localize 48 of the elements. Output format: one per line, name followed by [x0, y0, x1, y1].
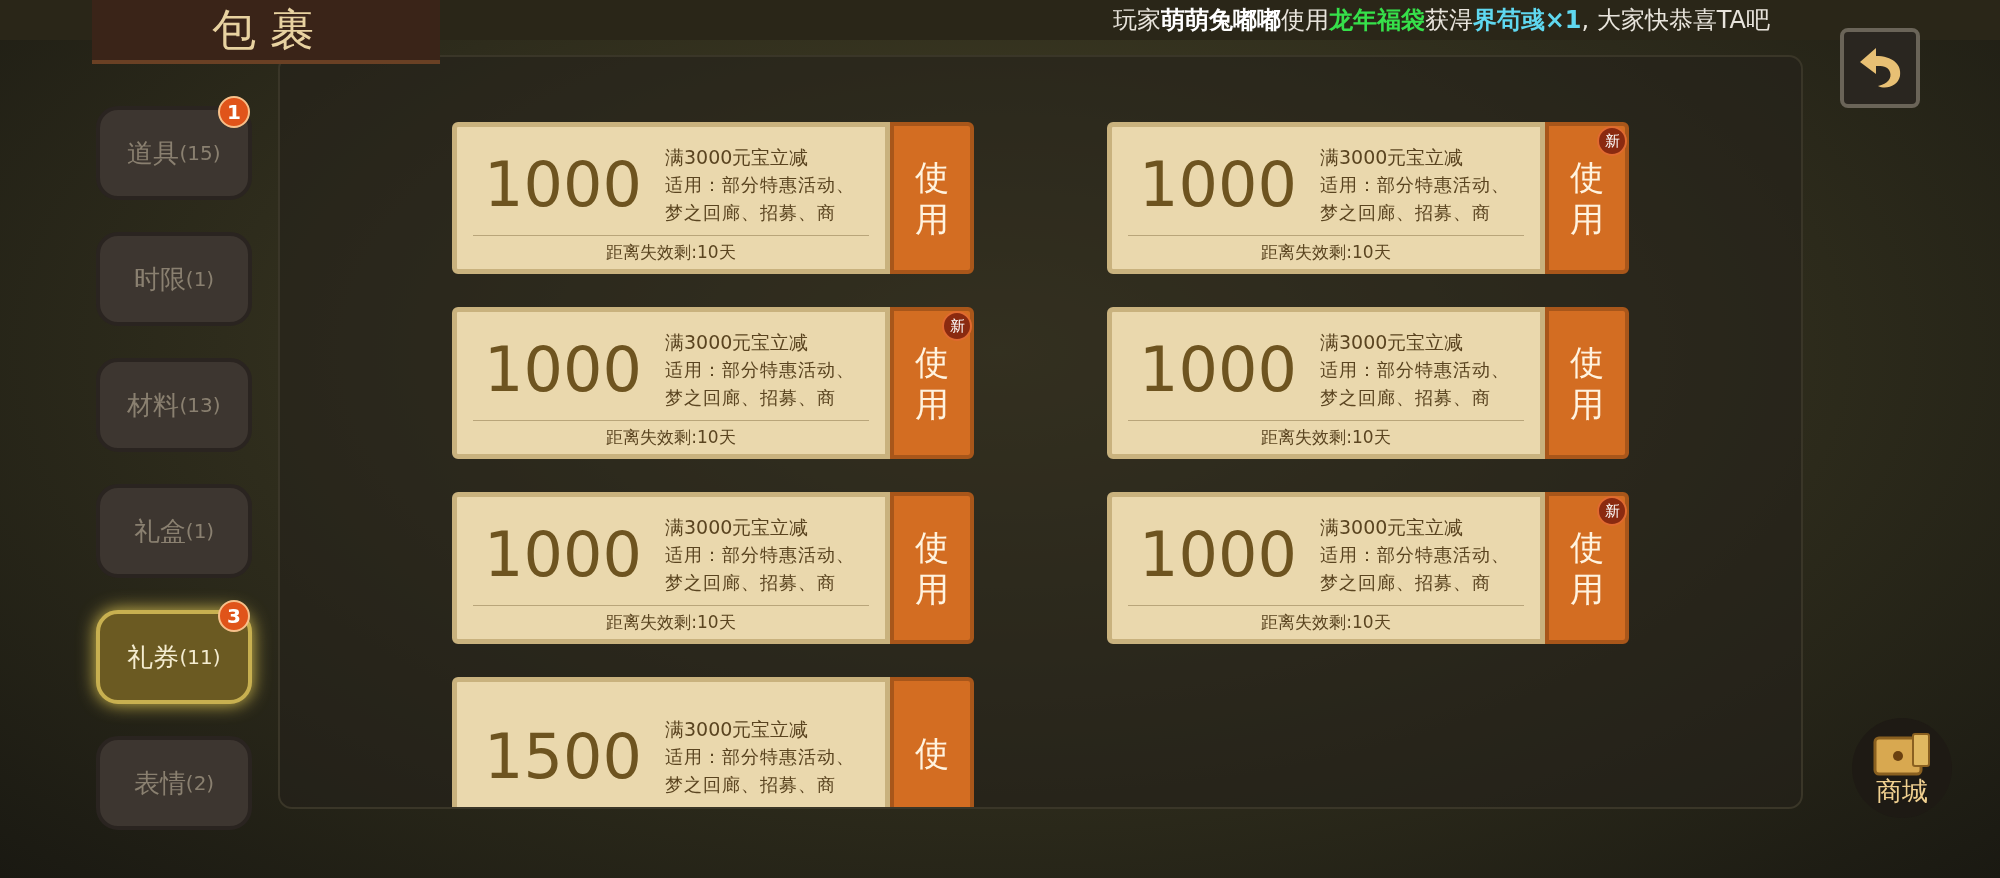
category-tab[interactable]: 材料(13) — [96, 358, 252, 452]
coupon-amount: 1000 — [1138, 153, 1298, 216]
expiry-text: 距离失效剩:10天 — [606, 425, 736, 449]
use-button[interactable]: 使 用 — [890, 492, 974, 644]
category-tab[interactable]: 礼盒(1) — [96, 484, 252, 578]
coupon-amount: 1000 — [483, 153, 643, 216]
coupon-condition: 满3000元宝立减 — [1320, 514, 1465, 539]
coupon-scope: 梦之回廊、招募、商 — [665, 570, 837, 595]
expiry-text: 距离失效剩:10天 — [1261, 610, 1391, 634]
window-title: 包裹 — [212, 3, 328, 57]
coupon-scope: 梦之回廊、招募、商 — [1320, 570, 1492, 595]
count-badge: 3 — [218, 600, 250, 632]
coupon-scope: 适用：部分特惠活动、 — [665, 172, 855, 197]
coupon-scope: 适用：部分特惠活动、 — [665, 357, 855, 382]
broadcast-ticker: 玩家萌萌兔嘟嘟使用龙年福袋获淂界苟彧×1, 大家快恭喜TA吧 — [1112, 5, 1770, 36]
coupon-scope: 适用：部分特惠活动、 — [665, 542, 855, 567]
shop-button[interactable]: 商城 — [1851, 718, 1952, 818]
category-tab[interactable]: 表情(2) — [96, 736, 252, 830]
expiry-text: 距离失效剩:10天 — [1261, 425, 1391, 449]
expiry-text: 距离失效剩:10天 — [1261, 240, 1391, 264]
coupon-condition: 满3000元宝立减 — [1320, 329, 1465, 354]
coupon-condition: 满3000元宝立减 — [665, 144, 810, 169]
coupon-scope: 梦之回廊、招募、商 — [665, 200, 837, 225]
coupon-amount: 1500 — [483, 726, 643, 788]
coupon-condition: 满3000元宝立减 — [665, 717, 810, 741]
coupon-scope: 适用：部分特惠活动、 — [1320, 357, 1510, 382]
count-badge: 1 — [218, 96, 250, 128]
coupon-scope: 适用：部分特惠活动、 — [1320, 542, 1510, 567]
coupon-condition: 满3000元宝立减 — [665, 514, 810, 539]
coupon-scope: 梦之回廊、招募、商 — [1320, 385, 1492, 410]
coupon-amount: 1000 — [1138, 338, 1298, 401]
use-button[interactable]: 使 — [890, 677, 974, 807]
coupon-scope: 梦之回廊、招募、商 — [1320, 200, 1492, 225]
coupon-scope: 适用：部分特惠活动、 — [1320, 172, 1510, 197]
coupon-condition: 满3000元宝立减 — [665, 329, 810, 354]
coupon-amount: 1000 — [483, 523, 643, 586]
use-button[interactable]: 使 用 — [1545, 307, 1629, 459]
coupon-scope: 梦之回廊、招募、商 — [665, 773, 837, 797]
coupon-amount: 1000 — [1138, 523, 1298, 586]
coupon-condition: 满3000元宝立减 — [1320, 144, 1465, 169]
coupon-scope: 梦之回廊、招募、商 — [665, 385, 837, 410]
back-button[interactable] — [1840, 28, 1920, 108]
use-button[interactable]: 使 用 — [890, 122, 974, 274]
expiry-text: 距离失效剩:10天 — [606, 610, 736, 634]
expiry-text: 距离失效剩:10天 — [606, 240, 736, 264]
coupon-amount: 1000 — [483, 338, 643, 401]
coupon-scope: 适用：部分特惠活动、 — [665, 745, 855, 769]
category-tab[interactable]: 时限(1) — [96, 232, 252, 326]
